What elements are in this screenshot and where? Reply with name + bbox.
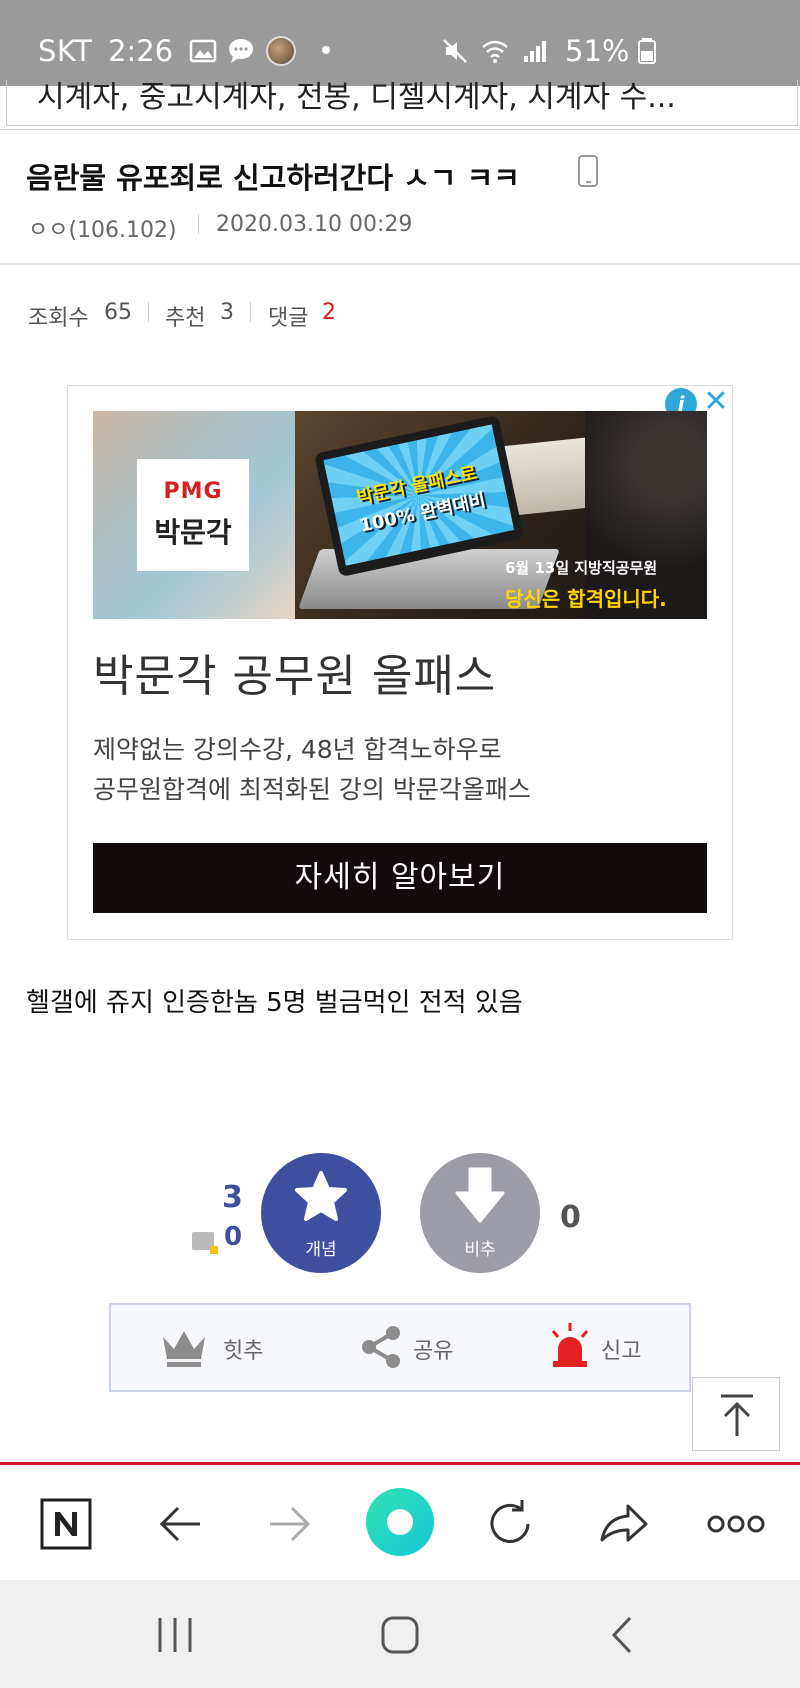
ad-body-line-1: 제약없는 강의수강, 48년 합격노하우로 bbox=[93, 735, 502, 764]
logo-brand: PMG bbox=[163, 479, 223, 504]
hit-label: 힛추 bbox=[223, 1339, 264, 1364]
downvote-count: 0 bbox=[560, 1200, 581, 1235]
downvote-label: 비추 bbox=[464, 1240, 496, 1260]
comment-section-edge bbox=[0, 1462, 800, 1465]
ad-headline[interactable]: 박문각 공무원 올패스 bbox=[93, 640, 496, 704]
ad-caption-1: 6월 13일 지방직공무원 bbox=[505, 559, 658, 577]
avatar-icon bbox=[266, 36, 296, 66]
back-icon[interactable] bbox=[600, 1612, 646, 1658]
share-icon bbox=[362, 1326, 400, 1368]
more-icon[interactable] bbox=[704, 1496, 768, 1552]
wifi-icon bbox=[482, 40, 508, 63]
gallery-icon bbox=[189, 39, 217, 63]
signal-icon bbox=[524, 41, 546, 62]
share-arrow-icon[interactable] bbox=[596, 1496, 652, 1552]
comments-count[interactable]: 2 bbox=[322, 300, 336, 325]
recent-apps-icon[interactable] bbox=[150, 1612, 200, 1658]
fixed-user-count: 0 bbox=[224, 1222, 243, 1252]
header-divider bbox=[0, 263, 800, 265]
notification-dot bbox=[322, 46, 330, 54]
battery-percent: 51% bbox=[565, 34, 630, 68]
comments-label: 댓글 bbox=[268, 306, 309, 331]
arrow-up-icon bbox=[721, 1394, 753, 1436]
tag-box[interactable]: 시계자, 중고시계자, 전봉, 디젤시계자, 시계자 수... bbox=[6, 80, 798, 126]
post-body: 헬갤에 쥬지 인증한놈 5명 벌금먹인 전적 있음 bbox=[26, 988, 523, 1018]
post-title: 음란물 유포죄로 신고하러간다 ㅅㄱ ㅋㅋ bbox=[26, 161, 520, 195]
star-icon bbox=[295, 1171, 347, 1221]
fixed-user-icon bbox=[192, 1232, 218, 1254]
ad-body: 제약없는 강의수강, 48년 합격노하우로 공무원합격에 최적화된 강의 박문각… bbox=[93, 730, 531, 810]
mobile-icon bbox=[578, 155, 598, 187]
siren-icon bbox=[551, 1323, 589, 1367]
laptop-screen-display: 박문각 올패스로 100% 완벽대비 bbox=[323, 424, 515, 566]
browser-home-button[interactable] bbox=[366, 1488, 434, 1556]
status-time: 2:26 bbox=[108, 34, 174, 68]
ad-caption-2: 당신은 합격입니다. bbox=[505, 587, 667, 611]
ad-photo: 박문각 올패스로 100% 완벽대비 6월 13일 지방직공무원 당신은 합격입… bbox=[295, 411, 707, 619]
ad-cta-button[interactable]: 자세히 알아보기 bbox=[93, 843, 707, 913]
recommend-label: 추천 bbox=[165, 306, 206, 331]
arrow-down-icon bbox=[455, 1167, 505, 1223]
back-arrow-icon[interactable] bbox=[152, 1496, 208, 1552]
refresh-icon[interactable] bbox=[482, 1496, 538, 1552]
meta-separator bbox=[198, 214, 199, 234]
stats-separator bbox=[250, 302, 251, 322]
ad-logo: PMG 박문각 bbox=[137, 459, 249, 571]
ad-banner-image[interactable]: PMG 박문각 박문각 올패스로 100% 완벽대비 6월 13일 지방직공무원… bbox=[93, 411, 707, 619]
post-author[interactable]: ㅇㅇ(106.102) bbox=[28, 212, 177, 244]
downvote-button[interactable]: 비추 bbox=[420, 1153, 540, 1273]
upvote-count: 3 bbox=[222, 1180, 243, 1215]
upvote-label: 개념 bbox=[305, 1240, 337, 1260]
report-label: 신고 bbox=[601, 1339, 642, 1364]
crown-icon bbox=[163, 1331, 205, 1367]
system-nav-bar bbox=[0, 1580, 800, 1688]
views-count: 65 bbox=[104, 300, 132, 325]
browser-toolbar bbox=[0, 1468, 800, 1580]
scroll-to-top-button[interactable] bbox=[692, 1377, 780, 1451]
recommend-count: 3 bbox=[220, 300, 234, 325]
tag-text: 시계자, 중고시계자, 전봉, 디젤시계자, 시계자 수... bbox=[37, 80, 676, 115]
upvote-button[interactable]: 개념 bbox=[261, 1153, 381, 1273]
stats-separator bbox=[148, 302, 149, 322]
naver-n-icon[interactable] bbox=[38, 1496, 94, 1552]
ad-body-line-2: 공무원합격에 최적화된 강의 박문각올패스 bbox=[93, 775, 531, 804]
forward-arrow-icon[interactable] bbox=[262, 1496, 318, 1552]
share-label: 공유 bbox=[413, 1339, 454, 1364]
mute-icon bbox=[443, 39, 467, 63]
post-date: 2020.03.10 00:29 bbox=[216, 212, 413, 237]
home-icon[interactable] bbox=[375, 1610, 425, 1660]
action-box: 힛추 공유 신고 bbox=[109, 1303, 691, 1392]
battery-icon bbox=[638, 38, 656, 64]
message-icon bbox=[229, 39, 253, 63]
views-label: 조회수 bbox=[28, 306, 89, 331]
carrier-name: SKT bbox=[38, 34, 93, 68]
ad-banner-background: PMG 박문각 bbox=[93, 411, 295, 619]
logo-name: 박문각 bbox=[154, 516, 232, 549]
tag-strip: 시계자, 중고시계자, 전봉, 디젤시계자, 시계자 수... bbox=[0, 80, 800, 130]
